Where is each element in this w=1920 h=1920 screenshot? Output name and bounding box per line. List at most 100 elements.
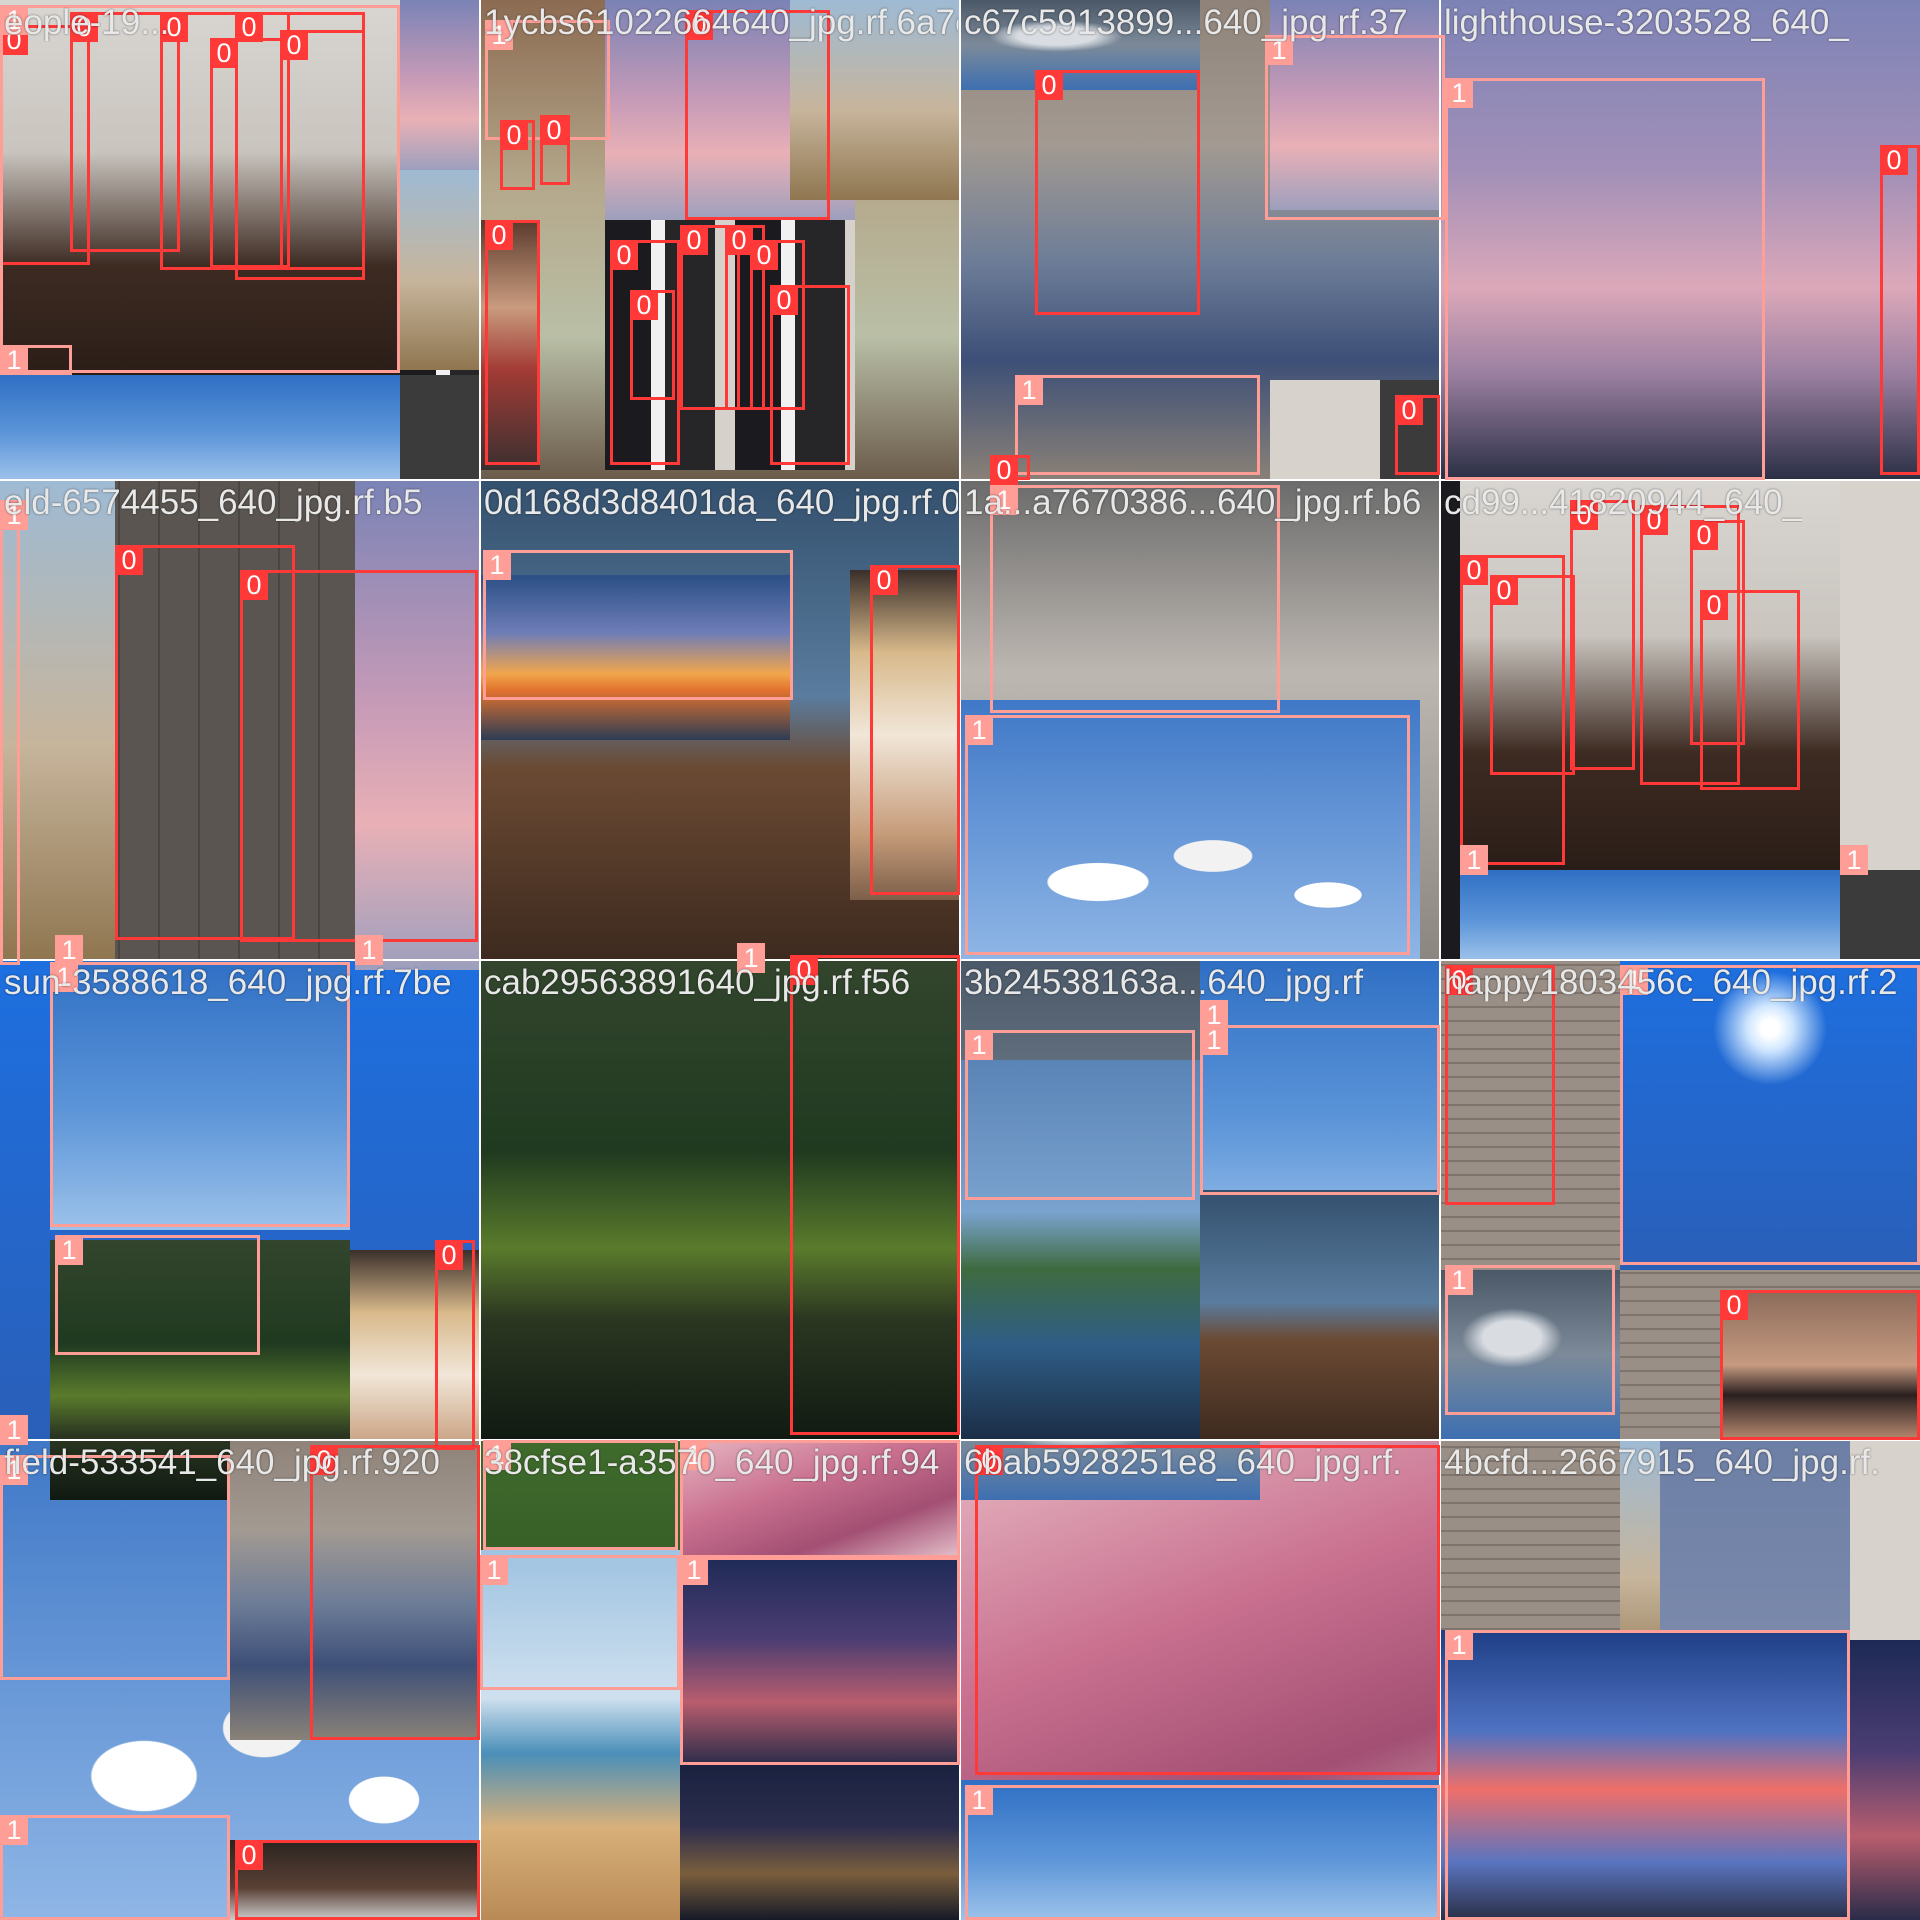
class-label-0: 0 bbox=[1690, 520, 1718, 550]
detection-box-class-1: 1 bbox=[680, 1555, 960, 1765]
detection-box-class-1: 1 bbox=[1015, 375, 1260, 475]
class-label-0: 0 bbox=[485, 220, 513, 250]
filename-label: eople-19... bbox=[4, 4, 170, 42]
filename-label: 1ycbs61022664640_jpg.rf.6a7c59f89937 bbox=[484, 4, 958, 42]
class-label-1: 1 bbox=[355, 935, 383, 965]
class-label-1: 1 bbox=[480, 1555, 508, 1585]
class-label-0: 0 bbox=[870, 565, 898, 595]
filename-label: 6bab5928251e8_640_jpg.rf. bbox=[964, 1444, 1402, 1482]
filename-label: 3b24538163a...640_jpg.rf bbox=[964, 964, 1363, 1002]
detection-box-class-1: 1 bbox=[965, 715, 1410, 955]
class-label-0: 0 bbox=[990, 455, 1018, 485]
detection-box-class-0: 0 bbox=[1035, 70, 1200, 315]
class-label-1: 1 bbox=[0, 345, 28, 375]
class-label-1: 1 bbox=[680, 1555, 708, 1585]
detection-box-class-0: 0 bbox=[435, 1240, 475, 1450]
detection-box-class-0: 0 bbox=[540, 115, 570, 185]
class-label-0: 0 bbox=[1460, 555, 1488, 585]
detection-box-class-1: 1 bbox=[1200, 1025, 1440, 1195]
detection-box-class-0: 0 bbox=[1395, 395, 1440, 475]
class-label-0: 0 bbox=[540, 115, 568, 145]
filename-label: 4bcfd...2667915_640_jpg.rf. bbox=[1444, 1444, 1880, 1482]
detection-box-class-1: 1 bbox=[1445, 1630, 1850, 1920]
detection-box-class-0: 0 bbox=[1880, 145, 1920, 475]
class-label-1: 1 bbox=[1445, 1630, 1473, 1660]
detection-box-class-0: 0 bbox=[1720, 1290, 1920, 1440]
class-label-1: 1 bbox=[965, 1030, 993, 1060]
filename-label: lighthouse-3203528_640_ bbox=[1444, 4, 1849, 42]
detection-box-class-1: 1 bbox=[1620, 965, 1920, 1265]
class-label-0: 0 bbox=[1035, 70, 1063, 100]
detection-box-class-1: 1 bbox=[0, 1815, 230, 1920]
photo-fragment bbox=[400, 375, 480, 480]
detection-box-class-0: 0 bbox=[770, 285, 850, 465]
class-label-1: 1 bbox=[1445, 78, 1473, 108]
class-label-1: 1 bbox=[1840, 845, 1868, 875]
detection-box-class-0: 0 bbox=[485, 220, 540, 465]
detection-box-class-0: 0 bbox=[1570, 500, 1635, 770]
detection-box-class-0: 0 bbox=[1700, 590, 1800, 790]
detection-box-class-1: 1 bbox=[965, 1030, 1195, 1200]
detection-box-class-1: 1 bbox=[483, 550, 793, 700]
class-label-0: 0 bbox=[435, 1240, 463, 1270]
detection-box-class-1: 1 bbox=[55, 1235, 260, 1355]
detection-box-class-1: 1 bbox=[480, 1555, 680, 1690]
class-label-0: 0 bbox=[610, 240, 638, 270]
photo-fragment bbox=[1840, 870, 1920, 960]
class-label-0: 0 bbox=[1720, 1290, 1748, 1320]
class-label-1: 1 bbox=[55, 935, 83, 965]
class-label-0: 0 bbox=[115, 545, 143, 575]
class-label-1: 1 bbox=[483, 550, 511, 580]
detection-box-class-0: 0 bbox=[630, 290, 675, 400]
detection-box-class-1: 1 bbox=[1200, 1000, 1228, 1030]
tile-divider-horizontal bbox=[0, 1439, 1920, 1441]
detection-box-class-1: 1 bbox=[965, 1785, 1440, 1920]
class-label-1: 1 bbox=[1460, 845, 1488, 875]
filename-label: 38cfse1-a3570_640_jpg.rf.94 bbox=[484, 1444, 940, 1482]
detection-box-class-0: 0 bbox=[310, 1445, 480, 1740]
detection-box-class-1: 1 bbox=[55, 935, 83, 965]
detection-box-class-0: 0 bbox=[990, 455, 1030, 485]
detection-box-class-0: 0 bbox=[790, 955, 960, 1435]
detection-box-class-0: 0 bbox=[240, 570, 478, 942]
photo-fragment bbox=[1270, 380, 1380, 480]
class-label-0: 0 bbox=[235, 1840, 263, 1870]
class-label-1: 1 bbox=[0, 1815, 28, 1845]
class-label-0: 0 bbox=[680, 225, 708, 255]
detection-box-class-1: 1 bbox=[0, 5, 400, 373]
photo-fragment bbox=[1200, 1190, 1440, 1440]
detection-box-class-0: 0 bbox=[870, 565, 960, 895]
filename-label: happy1803456c_640_jpg.rf.2 bbox=[1444, 964, 1898, 1002]
photo-fragment bbox=[680, 1765, 960, 1920]
filename-label: cab29563891640_jpg.rf.f56 bbox=[484, 964, 911, 1002]
detection-box-class-1: 1 bbox=[0, 1415, 28, 1445]
class-label-0: 0 bbox=[1700, 590, 1728, 620]
filename-label: 1a...a7670386...640_jpg.rf.b6 bbox=[964, 484, 1422, 522]
class-label-0: 0 bbox=[1395, 395, 1423, 425]
detection-box-class-0: 0 bbox=[500, 120, 535, 190]
class-label-1: 1 bbox=[965, 1785, 993, 1815]
filename-label: c67c5913899...640_jpg.rf.37 bbox=[964, 4, 1408, 42]
photo-fragment bbox=[1460, 870, 1840, 960]
class-label-1: 1 bbox=[1200, 1000, 1228, 1030]
detection-box-class-1: 1 bbox=[1265, 35, 1445, 220]
filename-label: cd99...41820944_640_ bbox=[1444, 484, 1803, 522]
class-label-1: 1 bbox=[0, 1415, 28, 1445]
filename-label: eld-6574455_640_jpg.rf.b5 bbox=[4, 484, 423, 522]
class-label-0: 0 bbox=[1490, 575, 1518, 605]
photo-fragment bbox=[1850, 1640, 1920, 1920]
detection-box-class-0: 0 bbox=[1490, 575, 1575, 775]
detection-box-class-1: 1 bbox=[0, 345, 72, 375]
tile-divider-horizontal bbox=[0, 959, 1920, 961]
photo-fragment bbox=[0, 375, 400, 480]
class-label-0: 0 bbox=[630, 290, 658, 320]
filename-label: sun-3588618_640_jpg.rf.7be bbox=[4, 964, 452, 1002]
class-label-0: 0 bbox=[1880, 145, 1908, 175]
photo-fragment bbox=[1840, 480, 1920, 880]
class-label-0: 0 bbox=[750, 240, 778, 270]
mosaic-canvas: eople-19... 1ycbs61022664640_jpg.rf.6a7c5… bbox=[0, 0, 1920, 1920]
class-label-0: 0 bbox=[770, 285, 798, 315]
detection-box-class-1: 1 bbox=[1445, 78, 1765, 480]
detection-box-class-1: 1 bbox=[355, 935, 383, 965]
class-label-1: 1 bbox=[55, 1235, 83, 1265]
